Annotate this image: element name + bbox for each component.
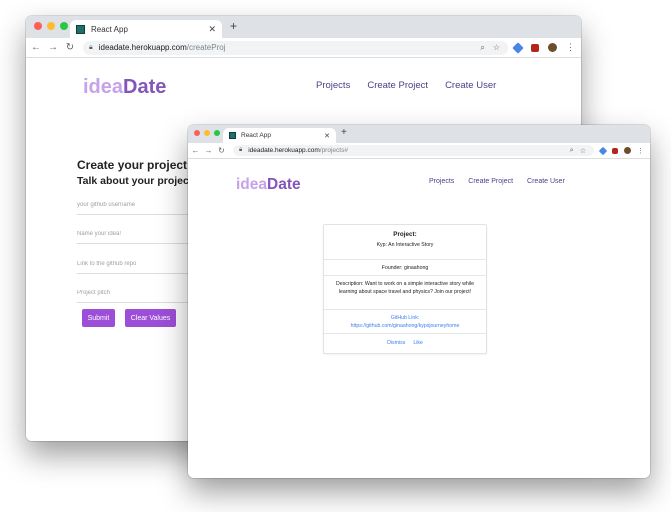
url-host: ideadate.herokuapp.com [248,147,320,154]
site-logo[interactable]: ideaDate [236,176,301,194]
zoom-search-icon[interactable]: ⌕ [480,43,484,53]
url-path: /createProj [186,43,226,52]
extension-shield-icon[interactable] [531,43,539,52]
nav-projects[interactable]: Projects [429,178,454,185]
close-window-button[interactable] [34,22,42,30]
like-button[interactable]: Like [413,340,423,346]
favicon-icon [229,132,236,139]
browser-toolbar: ← → ↻ 🔒︎ ideadate.herokuapp.com/createPr… [26,38,581,58]
page-content: ideaDate Projects Create Project Create … [188,159,650,478]
card-title: Project: [393,231,417,238]
dismiss-button[interactable]: Dismiss [387,340,405,346]
logo-part-date: Date [123,76,167,98]
back-arrow-icon[interactable]: ← [190,146,201,155]
new-tab-icon[interactable]: + [341,127,347,138]
front-browser-window: React App ✕ + ← → ↻ 🔒︎ ideadate.herokuap… [188,125,650,478]
browser-toolbar: ← → ↻ 🔒︎ ideadate.herokuapp.com/projects… [188,143,650,159]
maximize-window-button[interactable] [214,130,220,136]
back-arrow-icon[interactable]: ← [29,42,43,53]
form-subheading: Talk about your project a [77,175,202,187]
card-description-section: Description: Want to work on a simple in… [324,276,486,310]
menu-dots-icon[interactable]: ⋮ [566,42,575,53]
address-bar[interactable]: 🔒︎ ideadate.herokuapp.com/createProj ⌕ ☆ [83,40,508,55]
nav-create-user[interactable]: Create User [445,80,496,91]
card-github-section: GitHub Link: https://github.com/ginaahon… [324,310,486,334]
address-bar[interactable]: 🔒︎ ideadate.herokuapp.com/projects# ⌕ ☆ [233,145,594,156]
reload-icon[interactable]: ↻ [63,42,77,53]
project-founder: Founder: ginaahong [381,265,429,271]
logo-part-idea: idea [83,76,124,98]
close-window-button[interactable] [194,130,200,136]
menu-dots-icon[interactable]: ⋮ [637,147,644,155]
card-actions: Dismiss Like [324,334,486,354]
bookmark-star-icon[interactable]: ☆ [580,147,586,155]
close-tab-icon[interactable]: ✕ [208,24,216,35]
nav-create-project[interactable]: Create Project [468,178,513,185]
window-controls [34,22,68,30]
nav-create-user[interactable]: Create User [527,178,565,185]
bookmark-star-icon[interactable]: ☆ [493,43,500,53]
project-description: Description: Want to work on a simple in… [336,281,474,295]
site-nav: Projects Create Project Create User [316,80,496,91]
forward-arrow-icon[interactable]: → [46,42,60,53]
nav-projects[interactable]: Projects [316,80,350,91]
lock-icon: 🔒︎ [89,43,93,51]
url-path: /projects# [319,147,348,154]
browser-tab[interactable]: React App ✕ [223,128,336,143]
tab-strip: React App ✕ + [26,16,581,38]
site-nav: Projects Create Project Create User [429,178,565,185]
url-host: ideadate.herokuapp.com [98,43,187,52]
site-logo[interactable]: ideaDate [83,76,166,99]
extension-blue-icon[interactable] [598,146,608,155]
form-heading: Create your project p [77,158,198,172]
project-card: Project: Kyp: An Interactive Story Found… [323,224,487,354]
minimize-window-button[interactable] [204,130,210,136]
github-link-label: GitHub Link: [390,315,420,321]
new-tab-icon[interactable]: + [230,19,237,33]
zoom-search-icon[interactable]: ⌕ [570,147,574,155]
extension-blue-icon[interactable] [512,41,524,54]
browser-tab[interactable]: React App ✕ [70,20,222,38]
clear-values-button[interactable]: Clear Values [125,309,176,327]
forward-arrow-icon[interactable]: → [203,146,214,155]
window-controls [194,130,220,136]
card-founder-section: Founder: ginaahong [324,260,486,276]
submit-button[interactable]: Submit [82,309,115,327]
reload-icon[interactable]: ↻ [216,146,227,155]
tab-strip: React App ✕ + [188,125,650,143]
tab-title: React App [91,24,128,34]
tab-title: React App [241,132,271,139]
nav-create-project[interactable]: Create Project [367,80,428,91]
profile-avatar[interactable] [624,147,631,154]
extension-shield-icon[interactable] [612,147,618,154]
logo-part-idea: idea [236,176,268,193]
lock-icon: 🔒︎ [239,147,243,153]
card-header: Project: Kyp: An Interactive Story [324,225,486,260]
close-tab-icon[interactable]: ✕ [324,132,330,140]
favicon-icon [76,24,85,34]
github-link[interactable]: https://github.com/ginaahong/kypsjourney… [324,323,486,331]
profile-avatar[interactable] [548,43,557,52]
maximize-window-button[interactable] [60,22,68,30]
minimize-window-button[interactable] [47,22,55,30]
create-project-form: Create your project p Talk about your pr… [77,158,201,187]
project-name: Kyp: An Interactive Story [376,242,434,248]
logo-part-date: Date [267,176,301,193]
